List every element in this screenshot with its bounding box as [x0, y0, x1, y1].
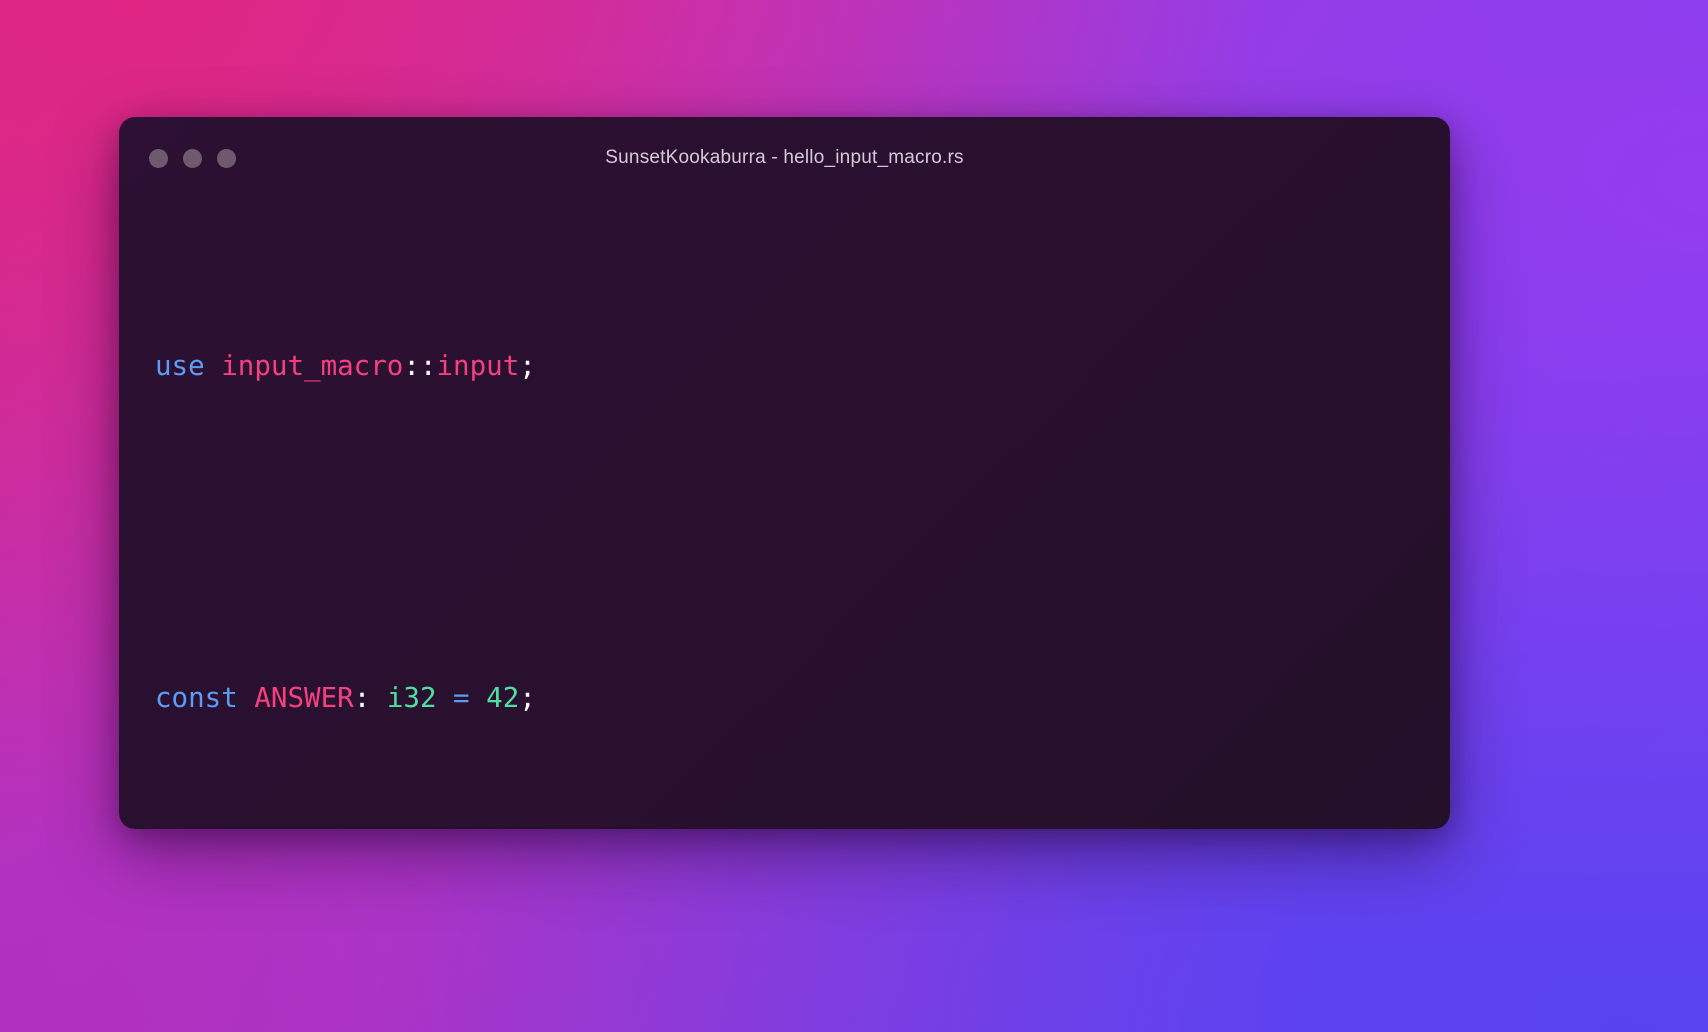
- window-title: SunsetKookaburra - hello_input_macro.rs: [605, 147, 964, 168]
- token-path-sep: ::: [403, 349, 437, 382]
- token-crate-name: input_macro: [221, 349, 404, 382]
- token-number-42: 42: [486, 681, 520, 714]
- token-import-item: input: [436, 349, 520, 382]
- token-keyword-use: use: [155, 349, 205, 382]
- token-semicolon: ;: [519, 681, 536, 714]
- code-block: use input_macro::input; const ANSWER: i3…: [119, 205, 1450, 829]
- token-assign: =: [436, 681, 487, 714]
- code-line-3: const ANSWER: i32 = 42;: [155, 678, 1450, 720]
- code-screenshot-window: SunsetKookaburra - hello_input_macro.rs …: [119, 117, 1450, 829]
- token-const-name: ANSWER: [254, 681, 354, 714]
- token-keyword-const: const: [155, 681, 238, 714]
- code-line-1: use input_macro::input;: [155, 346, 1450, 388]
- token-semicolon: ;: [519, 349, 536, 382]
- window-titlebar: SunsetKookaburra - hello_input_macro.rs: [119, 117, 1450, 205]
- code-line-2-blank: [155, 512, 1450, 554]
- token-colon: :: [353, 681, 387, 714]
- token-type-i32: i32: [386, 681, 437, 714]
